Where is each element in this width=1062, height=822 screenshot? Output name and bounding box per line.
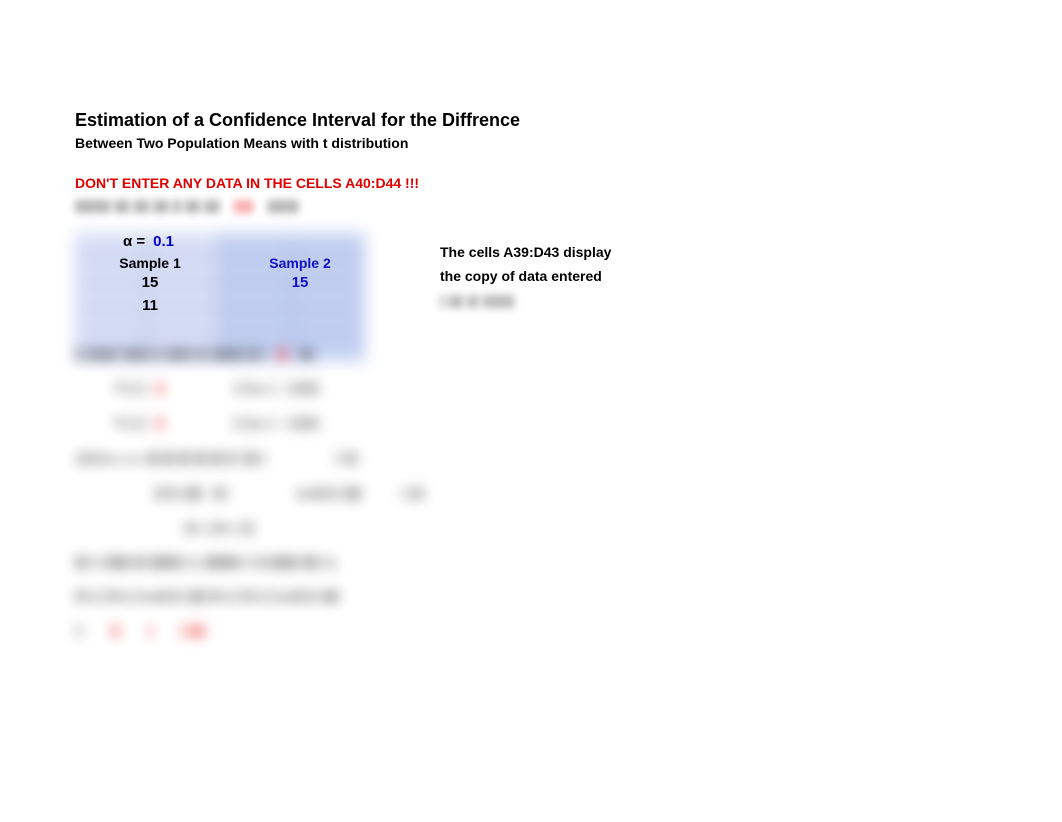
n2-cell[interactable]: 15	[225, 271, 375, 294]
l1a: ,|| || |₍ₙ₁₊ₙ₂₎ ||| ||| ||| ||| ||| || |…	[75, 449, 265, 466]
right-line-2: the copy of data entered	[440, 268, 611, 284]
alpha-value[interactable]: 0.1	[153, 233, 174, 250]
blur-text-a: ||||||||| |||| |||| |||| || |||| ||||	[75, 197, 220, 213]
alpha-row: α = 0.1	[123, 233, 375, 250]
dof-row: |n₁ | |n₂ | ||	[185, 519, 725, 535]
conf-line: || |||||||| ||||||| || ||||||| ||| |||||…	[75, 345, 725, 361]
conclusion-row: ||| | | |||||| ||| |||||||| | |, |||||||…	[75, 553, 725, 569]
result-row: || || | | ||||	[75, 622, 725, 639]
conf-c: ||||	[298, 345, 314, 361]
res-d: | ||||	[180, 622, 205, 639]
alpha-label: α =	[123, 233, 145, 250]
sample1-header: Sample 1	[75, 255, 225, 271]
v1-cell[interactable]: 11	[75, 294, 225, 317]
input-grid-area: α = 0.1 Sample 1 Sample 2 15 15 11	[75, 233, 375, 317]
data-row-n: 15 15	[75, 271, 375, 294]
xb1a: x̄ | | |	[115, 379, 146, 395]
right-line-blur: | |||| ||| ||||||||	[440, 292, 611, 308]
blur-text-c: ||||||||	[267, 197, 298, 213]
data-row-v: 11	[75, 294, 375, 317]
res-a: ||	[75, 622, 83, 639]
blurred-warning-row: ||||||||| |||| |||| |||| || |||| |||| ||…	[75, 197, 1062, 213]
samples-header-row: Sample 1 Sample 2	[75, 255, 375, 271]
xb2b: ||	[156, 414, 164, 430]
fin1: |x̄₁| | |x̄₂| | |₍ₙ₎|| || | |||| |x̄₁| |…	[75, 587, 339, 604]
page-subtitle: Between Two Population Means with t dist…	[75, 135, 1062, 151]
conf-a: || |||||||| ||||||| || ||||||| ||| |||||…	[75, 345, 267, 361]
l1b: | ||||	[335, 449, 358, 465]
xb2c: | | |₍ₙ₎ |	[234, 414, 274, 431]
warning-text: DON'T ENTER ANY DATA IN THE CELLS A40:D4…	[75, 175, 1062, 191]
blur-text-b: |||||	[234, 197, 254, 213]
long-row-1: ,|| || |₍ₙ₁₊ₙ₂₎ ||| ||| ||| ||| ||| || |…	[75, 449, 725, 466]
body-blurred-block: || |||||||| ||||||| || ||||||| ||| |||||…	[75, 345, 725, 639]
p1a: || || | ||||	[155, 484, 202, 500]
pair-row: || || | |||| |||| |₍ₙ₎|| || | |||| | |||…	[155, 484, 725, 501]
right-line-1: The cells A39:D43 display	[440, 244, 611, 260]
xb2a: x̄ | | |	[115, 414, 146, 430]
conf-b: |||	[277, 345, 289, 361]
page-title: Estimation of a Confidence Interval for …	[75, 110, 1062, 131]
xb1c: | | |₍ₙ₎ |	[234, 379, 274, 396]
v2-cell-empty[interactable]	[225, 294, 375, 317]
xbar-row-1: x̄ | | | || | | |₍ₙ₎ | | |||||||	[115, 379, 725, 396]
res-b: ||	[111, 622, 119, 639]
xb1b: ||	[156, 379, 164, 395]
xb1d: | |||||||	[284, 379, 319, 395]
n1-cell[interactable]: 15	[75, 271, 225, 294]
p1b: ||||	[212, 484, 228, 500]
xbar-row-2: x̄ | | | || | | |₍ₙ₎ | | |||||||	[115, 414, 725, 431]
right-info-block: The cells A39:D43 display the copy of da…	[440, 244, 611, 308]
res-c: |	[148, 622, 152, 639]
dof: |n₁ | |n₂ | ||	[185, 519, 253, 535]
xb2d: | |||||||	[284, 414, 319, 430]
p1d: | ||||	[401, 484, 424, 500]
conc: ||| | | |||||| ||| |||||||| | |, |||||||…	[75, 553, 337, 569]
p1c: |₍ₙ₎|| || | ||||	[298, 484, 361, 501]
final-formula-row: |x̄₁| | |x̄₂| | |₍ₙ₎|| || | |||| |x̄₁| |…	[75, 587, 725, 604]
sample2-header: Sample 2	[225, 255, 375, 271]
